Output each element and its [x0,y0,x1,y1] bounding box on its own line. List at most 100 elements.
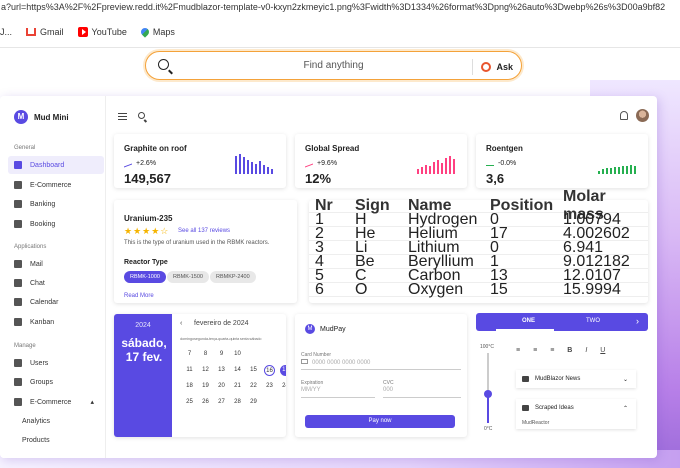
tab-one[interactable]: ONE [522,318,535,324]
menu-icon[interactable] [118,113,127,120]
spark-bar [618,167,620,174]
calendar-day[interactable]: 13 [216,365,227,376]
calendar-day[interactable]: 7 [184,349,195,360]
expansion-panel-ideas[interactable]: Scraped Ideas ⌃ MudReactor [516,399,636,429]
chip-rbmkp-2400[interactable]: RBMKP-2400 [210,271,256,283]
underline-icon[interactable]: U [600,347,605,354]
calendar-day[interactable]: 9 [216,349,227,360]
stat-pct: +9.6% [317,160,338,167]
chevron-right-icon[interactable]: › [636,316,639,326]
align-right-icon[interactable]: ≡ [550,347,554,354]
col-header[interactable]: Position [490,197,553,215]
nav-groups[interactable]: Groups [8,373,104,391]
calendar-card: 2024 sábado, 17 fev. ‹ fevereiro de 2024… [114,314,286,437]
stat-title: Graphite on roof [124,144,187,153]
search-icon[interactable] [138,112,145,119]
find-search-bar[interactable]: Find anything Ask [145,51,522,80]
nav-booking[interactable]: Booking [8,215,104,233]
temperature-slider[interactable] [484,353,492,423]
calendar-day[interactable]: 12 [200,365,211,376]
sparkline-bars [598,154,638,174]
kanban-icon [14,318,22,326]
calendar-day[interactable]: 15 [248,365,259,376]
bold-icon[interactable]: B [567,347,572,354]
bookmark-item[interactable]: J... [0,27,12,37]
chevron-left-icon[interactable]: ‹ [180,320,182,327]
nav-ecommerce[interactable]: E-Commerce [8,176,104,194]
card-number-field[interactable]: 0000 0000 0000 0000 [301,359,461,370]
calendar-day[interactable]: 18 [184,381,195,392]
calendar-day-selected[interactable]: 17 [280,365,286,376]
calendar-day[interactable]: 14 [232,365,243,376]
stat-value: 12% [305,171,332,186]
bookmark-youtube[interactable]: YouTube [77,27,127,37]
chip-rbmk-1500[interactable]: RBMK-1500 [167,271,209,283]
bookmark-maps[interactable]: Maps [139,26,175,38]
nav-calendar[interactable]: Calendar [8,293,104,311]
tab-two[interactable]: TWO [586,318,600,324]
bookmark-gmail[interactable]: Gmail [26,27,64,37]
search-placeholder[interactable]: Find anything [146,60,521,71]
mudpay-logo-icon: M [305,324,315,334]
calendar-day[interactable]: 19 [200,381,211,392]
align-center-icon[interactable]: ≡ [533,347,537,354]
panel-title: MudBlazor News [535,376,581,382]
calendar-day[interactable]: 25 [184,397,195,408]
calendar-month[interactable]: fevereiro de 2024 [194,320,248,327]
pay-now-button[interactable]: Pay now [305,415,455,428]
spark-bar [417,169,419,174]
calendar-day[interactable]: 23 [264,381,275,392]
chip-rbmk-1000[interactable]: RBMK-1000 [124,271,166,283]
calendar-day[interactable]: 24 [280,381,286,392]
rating-stars[interactable]: ★★★★☆ [124,226,169,237]
read-more-link[interactable]: Read More [124,293,154,299]
bell-icon[interactable] [620,111,628,120]
calendar-day[interactable]: 27 [216,397,227,408]
cvc-field[interactable]: 000 [383,387,461,398]
nav-analytics[interactable]: Analytics [8,412,104,430]
calendar-day[interactable]: 21 [232,381,243,392]
reviews-link[interactable]: See all 137 reviews [178,228,230,234]
chevron-down-icon: ⌄ [622,376,628,383]
groups-icon [14,378,22,386]
spark-bar [251,162,253,174]
url-bar[interactable]: a?url=https%3A%2F%2Fpreview.redd.it%2Fmu… [0,0,680,16]
italic-icon[interactable]: I [585,347,587,354]
cell: 15.9994 [563,281,621,298]
avatar[interactable] [636,109,649,122]
stat-pct: -0.0% [498,160,517,167]
calendar-year[interactable]: 2024 [114,322,172,329]
slider-thumb[interactable] [484,390,492,398]
calendar-day[interactable]: 26 [200,397,211,408]
calendar-day[interactable]: 28 [232,397,243,408]
trend-icon [486,161,494,166]
cell: Oxygen [408,281,464,298]
ask-button[interactable]: Ask [472,59,513,75]
calendar-day[interactable]: 11 [184,365,195,376]
spark-bar [634,166,636,174]
nav-users[interactable]: Users [8,354,104,372]
nav-mail[interactable]: Mail [8,255,104,273]
nav-banking[interactable]: Banking [8,195,104,213]
calendar-day[interactable]: 10 [232,349,243,360]
card-number-label: Card Number [301,352,332,358]
expiration-field[interactable]: MM/YY [301,387,375,398]
nav-kanban[interactable]: Kanban [8,313,104,331]
align-left-icon[interactable]: ≡ [516,347,520,354]
dashboard-preview: M Mud Mini General Dashboard E-Commerce … [0,96,657,458]
expansion-panel-news[interactable]: MudBlazor News ⌄ [516,370,636,388]
nav-dashboard[interactable]: Dashboard [8,156,104,174]
table-row[interactable]: 6 O Oxygen 15 15.9994 [309,281,648,298]
calendar-weekdays: domingosegunda-terça-quarta-quinta sexta… [180,336,262,341]
app-logo[interactable]: M Mud Mini [14,110,69,124]
calendar-day-today[interactable]: 16 [264,365,275,376]
calendar-day[interactable]: 22 [248,381,259,392]
calendar-day[interactable]: 20 [216,381,227,392]
nav-products[interactable]: Products [8,431,104,449]
calendar-day[interactable]: 29 [248,397,259,408]
mail-icon [14,260,22,268]
calendar-day[interactable]: 8 [200,349,211,360]
nav-ecommerce-manage[interactable]: E-Commerce ▴ [8,393,104,411]
spark-bar [445,158,447,174]
nav-chat[interactable]: Chat [8,274,104,292]
